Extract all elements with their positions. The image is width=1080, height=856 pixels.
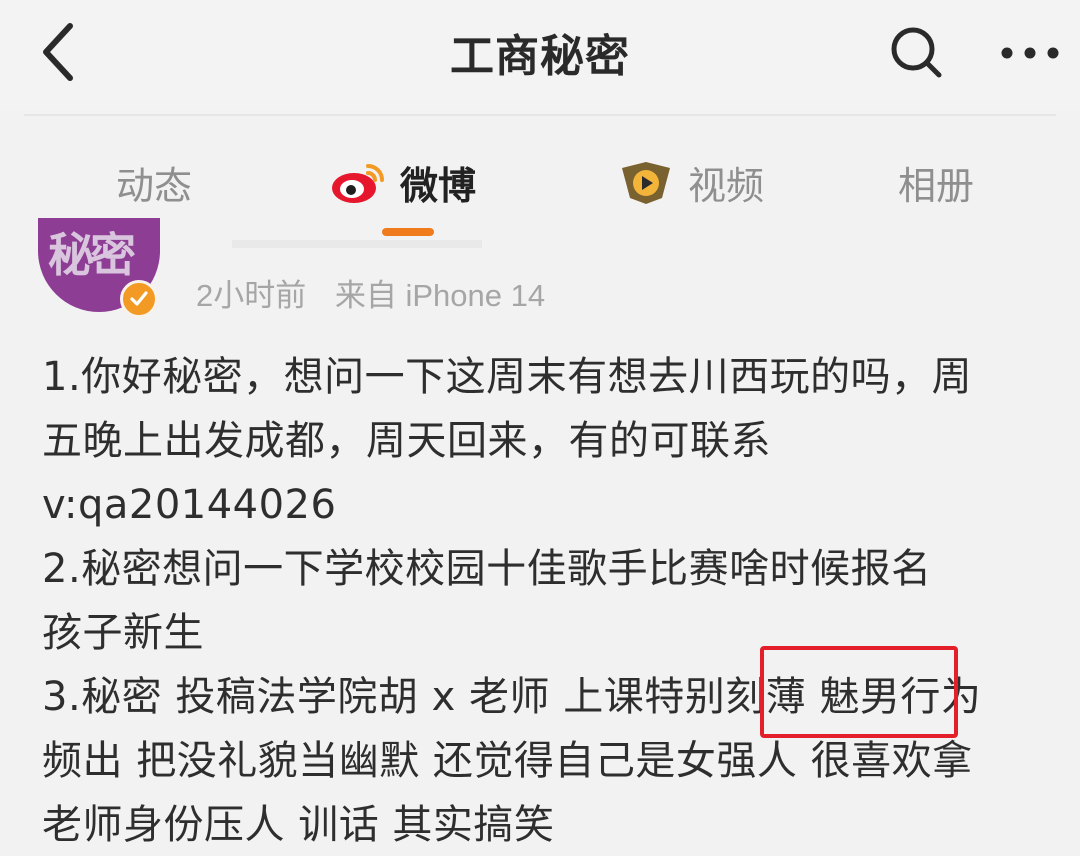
post-text-line: v:qa20144026	[42, 482, 337, 528]
video-play-icon	[616, 158, 676, 206]
active-tab-indicator	[382, 228, 434, 236]
back-button[interactable]	[30, 22, 86, 86]
post-time: 2小时前	[196, 278, 307, 313]
header-divider	[24, 114, 1056, 116]
post-source: 来自 iPhone 14	[334, 278, 546, 313]
post-text-line: 2.秘密想问一下学校校园十佳歌手比赛啥时候报名	[42, 546, 932, 592]
post-text-line: 五晚上出发成都，周天回来，有的可联系	[42, 418, 771, 464]
more-horizontal-icon	[1000, 45, 1060, 64]
avatar-text: 秘密	[48, 228, 136, 282]
tab-video[interactable]: 视频	[616, 152, 764, 212]
search-icon	[888, 24, 944, 84]
post-text-line: 1.你好秘密，想问一下这周末有想去川西玩的吗，周	[42, 354, 973, 400]
post-text-line: 频出 把没礼貌当幽默 还觉得自己是女强人 很喜欢拿	[42, 738, 973, 784]
top-navigation-bar: 工商秘密	[0, 0, 1080, 110]
tab-label: 视频	[688, 163, 765, 208]
post-header: 秘密 2小时前 来自 iPhone 14	[0, 218, 1080, 330]
weibo-logo-icon	[330, 158, 388, 206]
highlight-annotation-box	[760, 646, 958, 738]
tab-weibo[interactable]: 微博	[330, 152, 476, 212]
tab-album[interactable]: 相册	[898, 152, 974, 212]
tab-label: 动态	[116, 163, 193, 208]
post-body: 1.你好秘密，想问一下这周末有想去川西玩的吗，周 五晚上出发成都，周天回来，有的…	[42, 345, 1062, 856]
tab-dynamics[interactable]: 动态	[116, 152, 192, 212]
verified-badge-icon	[120, 280, 158, 318]
post-meta: 2小时前 来自 iPhone 14	[196, 270, 545, 315]
profile-tabs: 动态 微博 视频 相册	[0, 140, 1080, 240]
more-options-button[interactable]	[994, 22, 1066, 86]
post-text-line: 老师身份压人 训话 其实搞笑	[42, 802, 555, 848]
tab-label: 相册	[898, 163, 975, 208]
search-button[interactable]	[884, 22, 948, 86]
username-placeholder	[232, 240, 482, 248]
chevron-left-icon	[38, 22, 78, 86]
tab-label: 微博	[400, 163, 477, 208]
